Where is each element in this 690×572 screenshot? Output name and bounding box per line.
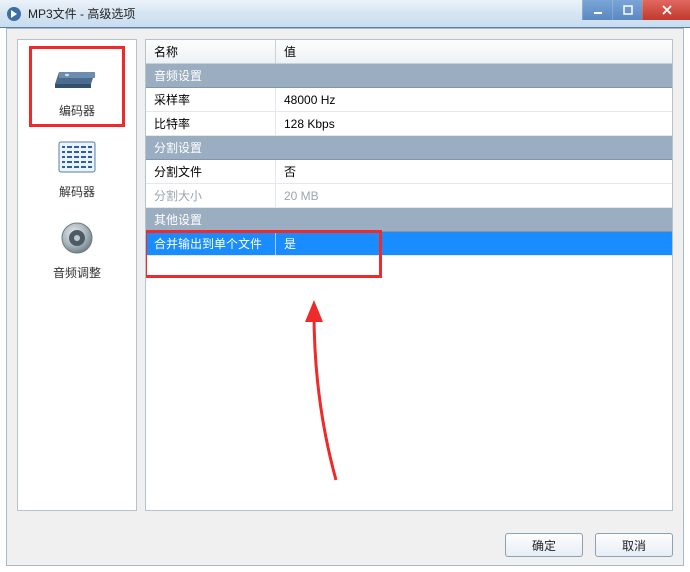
cell-name: 合并输出到单个文件 bbox=[146, 232, 276, 255]
row-bitrate[interactable]: 比特率 128 Kbps bbox=[146, 112, 672, 136]
section-split: 分割设置 bbox=[146, 136, 672, 160]
panel-area: 编码器 bbox=[17, 39, 673, 511]
section-label: 其他设置 bbox=[146, 208, 276, 231]
cell-name: 比特率 bbox=[146, 112, 276, 135]
sidebar-item-decoder[interactable]: 解码器 bbox=[31, 129, 123, 206]
encoder-icon bbox=[53, 56, 101, 96]
sidebar: 编码器 bbox=[17, 39, 137, 511]
minimize-button[interactable] bbox=[582, 0, 612, 20]
decoder-icon bbox=[53, 137, 101, 177]
row-sample-rate[interactable]: 采样率 48000 Hz bbox=[146, 88, 672, 112]
row-split-file[interactable]: 分割文件 否 bbox=[146, 160, 672, 184]
sidebar-item-label: 音频调整 bbox=[53, 264, 101, 281]
cell-value: 是 bbox=[276, 235, 672, 252]
dialog-body: 编码器 bbox=[6, 28, 684, 566]
cell-name: 分割文件 bbox=[146, 160, 276, 183]
cell-name: 分割大小 bbox=[146, 184, 276, 207]
settings-grid: 名称 值 音频设置 采样率 48000 Hz 比特率 128 Kbps 分割设置… bbox=[145, 39, 673, 511]
cell-name: 采样率 bbox=[146, 88, 276, 111]
cell-value: 20 MB bbox=[276, 189, 672, 203]
titlebar: MP3文件 - 高级选项 bbox=[0, 0, 690, 28]
grid-header: 名称 值 bbox=[146, 40, 672, 64]
window-title: MP3文件 - 高级选项 bbox=[28, 5, 135, 22]
maximize-button[interactable] bbox=[612, 0, 642, 20]
sidebar-item-label: 编码器 bbox=[59, 102, 95, 119]
app-icon bbox=[6, 6, 22, 22]
close-button[interactable] bbox=[642, 0, 690, 20]
cell-value: 48000 Hz bbox=[276, 93, 672, 107]
sidebar-item-label: 解码器 bbox=[59, 183, 95, 200]
section-label: 音频设置 bbox=[146, 64, 276, 87]
speaker-icon bbox=[53, 218, 101, 258]
section-other: 其他设置 bbox=[146, 208, 672, 232]
row-split-size: 分割大小 20 MB bbox=[146, 184, 672, 208]
dialog-buttons: 确定 取消 bbox=[505, 533, 673, 557]
cancel-button[interactable]: 取消 bbox=[595, 533, 673, 557]
annotation-arrow-icon bbox=[296, 300, 366, 490]
ok-button[interactable]: 确定 bbox=[505, 533, 583, 557]
cell-value: 128 Kbps bbox=[276, 117, 672, 131]
header-name: 名称 bbox=[146, 40, 276, 63]
window-controls bbox=[582, 0, 690, 20]
section-label: 分割设置 bbox=[146, 136, 276, 159]
row-merge-output[interactable]: 合并输出到单个文件 是 bbox=[146, 232, 672, 256]
sidebar-item-encoder[interactable]: 编码器 bbox=[31, 48, 123, 125]
section-audio: 音频设置 bbox=[146, 64, 672, 88]
sidebar-item-audio-adjust[interactable]: 音频调整 bbox=[31, 210, 123, 287]
header-value: 值 bbox=[276, 43, 672, 60]
cell-value: 否 bbox=[276, 163, 672, 180]
